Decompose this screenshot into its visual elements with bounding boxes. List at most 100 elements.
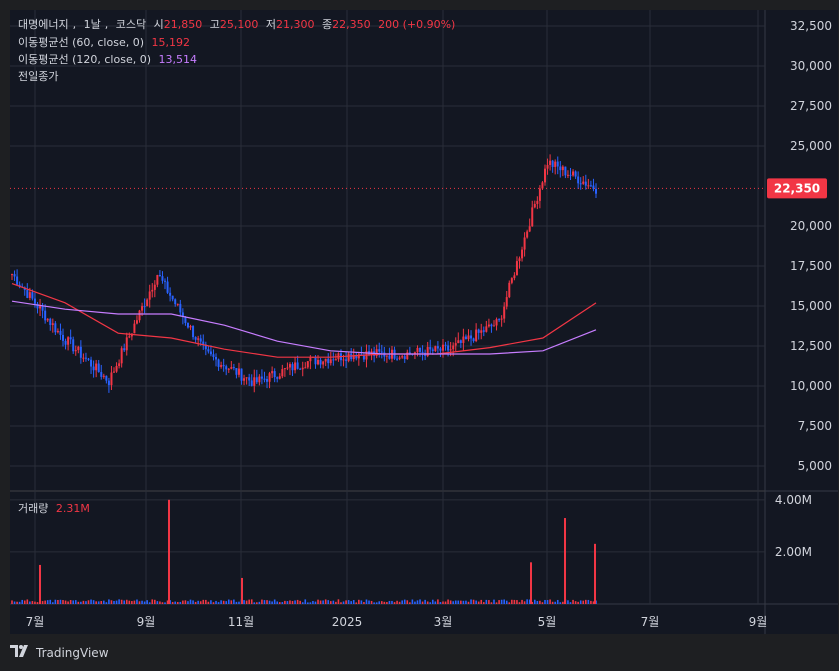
volume-bar-141 (370, 600, 373, 604)
candle-body-49 (135, 320, 138, 324)
volume-bar-121 (319, 600, 322, 604)
price-tick-10: 5,000 (798, 459, 832, 473)
volume-bar-81 (217, 602, 220, 604)
candle-body-22 (67, 337, 70, 345)
prev-close-legend[interactable]: 전일종가 (18, 70, 62, 84)
candle-body-35 (100, 372, 103, 377)
candle-body-173 (452, 345, 455, 350)
candle-body-212 (551, 160, 554, 167)
volume-bar-76 (205, 599, 207, 604)
candle-body-155 (406, 352, 409, 360)
close-label: 종 (321, 18, 333, 31)
volume-bar-189 (493, 599, 495, 604)
volume-bar-145 (380, 601, 383, 604)
volume-bar-188 (490, 602, 493, 604)
candle-body-66 (179, 303, 182, 313)
candle-body-211 (549, 160, 552, 165)
volume-bar-200 (521, 599, 523, 604)
candle-body-55 (151, 289, 154, 292)
candle-body-80 (215, 356, 218, 360)
candle-body-27 (79, 346, 82, 358)
candle-body-43 (120, 348, 123, 364)
candle-body-218 (566, 174, 569, 176)
candle-body-159 (416, 347, 419, 353)
volume-bar-158 (414, 601, 416, 604)
volume-bar-99 (263, 600, 266, 604)
high-label: 고 (209, 18, 220, 31)
ma60-value: 15,192 (151, 36, 191, 49)
candle-body-219 (569, 174, 572, 176)
candle-body-121 (319, 359, 322, 365)
candle-body-40 (113, 371, 116, 373)
candle-body-73 (197, 338, 200, 340)
candle-body-113 (299, 368, 302, 370)
volume-bar-173 (452, 601, 454, 604)
volume-bar-194 (505, 600, 508, 604)
candle-body-171 (447, 345, 450, 351)
volume-bar-221 (574, 601, 577, 604)
candle-body-0 (11, 274, 13, 276)
candle-body-23 (69, 337, 72, 340)
candle-body-45 (125, 337, 128, 351)
volume-bar-9 (34, 601, 36, 604)
candle-body-95 (253, 377, 256, 386)
volume-bar-26 (77, 601, 80, 604)
candle-body-104 (276, 377, 279, 379)
candle-body-183 (477, 329, 480, 333)
volume-bar-131 (345, 600, 347, 604)
candle-body-29 (84, 357, 87, 359)
volume-bar-159 (416, 600, 419, 604)
volume-bar-220 (572, 599, 574, 604)
candle-body-209 (543, 168, 546, 183)
volume-bar-14 (46, 600, 49, 604)
volume-bar-12 (41, 601, 44, 604)
volume-bar-178 (465, 600, 467, 604)
volume-bar-177 (462, 600, 465, 604)
ma120-legend[interactable]: 이동평균선 (120, close, 0) 13,514 (18, 53, 201, 67)
volume-bar-140 (368, 600, 370, 604)
candle-body-54 (148, 291, 151, 300)
candle-body-11 (39, 306, 42, 309)
candle-body-145 (380, 351, 383, 353)
ma60-legend[interactable]: 이동평균선 (60, close, 0) 15,192 (18, 36, 194, 50)
volume-bar-44 (123, 600, 126, 604)
volume-bar-142 (373, 602, 375, 604)
candle-body-42 (118, 363, 121, 366)
branding[interactable]: TradingView (10, 645, 109, 661)
change-value: 200 (+0.90%) (378, 18, 456, 31)
candle-body-213 (554, 161, 557, 167)
time-tick-4: 3월 (434, 615, 453, 629)
volume-bar-187 (488, 600, 490, 604)
volume-bar-165 (431, 599, 434, 604)
volume-bar-198 (516, 600, 518, 604)
open-label: 시 (153, 18, 164, 31)
volume-bar-150 (393, 602, 396, 604)
volume-bar-120 (317, 599, 319, 604)
volume-bar-215 (559, 602, 562, 604)
candle-body-82 (220, 365, 223, 367)
candle-body-187 (487, 324, 490, 327)
volume-bar-138 (363, 602, 365, 604)
candle-body-223 (579, 183, 582, 185)
candle-body-46 (128, 336, 131, 338)
volume-bar-157 (411, 599, 414, 604)
candle-body-221 (574, 171, 577, 177)
volume-bar-38 (108, 599, 110, 604)
chart-canvas[interactable]: 7월 9월 11월 2025 3월 5월 7월 9월 32,500 30,000 27,500 25,… (0, 0, 839, 671)
volume-bar-144 (378, 601, 381, 604)
candle-body-117 (309, 357, 312, 362)
volume-bar-199 (518, 602, 521, 604)
candle-body-216 (561, 166, 564, 171)
volume-legend[interactable]: 거래량 2.31M (18, 502, 94, 516)
candle-body-21 (64, 340, 67, 345)
candle-body-72 (194, 337, 197, 340)
volume-bar-72 (194, 601, 197, 604)
volume-bar-13 (44, 600, 46, 604)
volume-bar-3 (18, 601, 21, 604)
volume-bar-27 (80, 601, 82, 604)
volume-spike-2 (241, 577, 243, 604)
volume-bar-51 (141, 600, 143, 604)
candle-body-81 (217, 359, 220, 367)
candle-body-15 (49, 318, 52, 325)
candle-body-25 (74, 350, 77, 352)
